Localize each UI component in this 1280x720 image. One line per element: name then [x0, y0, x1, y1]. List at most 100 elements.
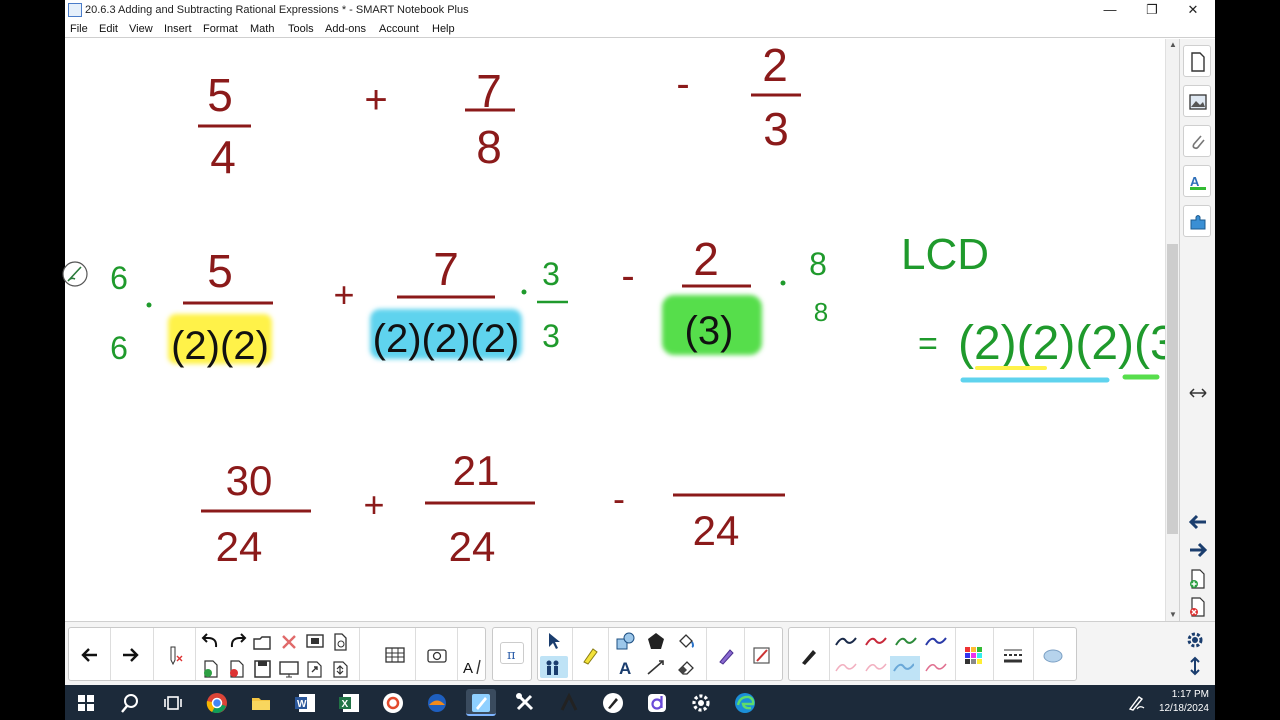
- settings-button[interactable]: [1183, 629, 1207, 651]
- tools-taskbar-button[interactable]: [510, 689, 540, 716]
- pen-app-taskbar-button[interactable]: [598, 689, 628, 716]
- close-button[interactable]: ✕: [1173, 0, 1213, 20]
- pen-preset-blue[interactable]: [924, 631, 948, 653]
- previous-page-icon[interactable]: [1186, 511, 1210, 533]
- attachments-tab[interactable]: [1183, 125, 1211, 157]
- dark-app-taskbar-button[interactable]: [554, 689, 584, 716]
- task-view-button[interactable]: [158, 689, 188, 716]
- vertical-scrollbar[interactable]: ▲ ▼: [1165, 39, 1179, 621]
- app-colorful-taskbar-button[interactable]: [422, 689, 452, 716]
- excel-icon: X: [339, 694, 359, 712]
- color-palette-button[interactable]: [961, 644, 985, 666]
- fill-effects-button[interactable]: [1041, 644, 1065, 666]
- menu-edit[interactable]: Edit: [99, 23, 118, 35]
- menu-help[interactable]: Help: [432, 23, 455, 35]
- settings-taskbar-button[interactable]: [686, 689, 716, 716]
- chrome-taskbar-button[interactable]: [202, 689, 232, 716]
- pen-preset-dark-blue[interactable]: [834, 631, 858, 653]
- share-button[interactable]: [303, 658, 327, 680]
- pen-tray-icon[interactable]: [1127, 693, 1145, 711]
- add-ons-tab[interactable]: [1183, 205, 1211, 237]
- next-page-button[interactable]: [119, 644, 143, 666]
- object-select-tool-button[interactable]: [540, 656, 568, 678]
- title-bar: 20.6.3 Adding and Subtracting Rational E…: [65, 0, 1215, 21]
- maximize-button[interactable]: ❐: [1132, 0, 1172, 20]
- camera-icon: [427, 649, 447, 663]
- d-app-taskbar-button[interactable]: [642, 689, 672, 716]
- scroll-up-arrow-icon[interactable]: ▲: [1166, 39, 1180, 51]
- menu-format[interactable]: Format: [203, 23, 238, 35]
- fill-tool-button[interactable]: [674, 630, 698, 652]
- pen-preset-red[interactable]: [864, 631, 888, 653]
- polygon-tool-button[interactable]: [644, 630, 668, 652]
- pen-preset-pink-2[interactable]: [864, 657, 888, 679]
- clear-ink-button[interactable]: [163, 644, 187, 666]
- toolbar-position-button[interactable]: [1183, 655, 1207, 677]
- edge-taskbar-button[interactable]: [730, 689, 760, 716]
- scroll-down-arrow-icon[interactable]: ▼: [1166, 609, 1180, 621]
- smart-notebook-taskbar-button[interactable]: [466, 689, 496, 716]
- next-page-icon[interactable]: [1186, 539, 1210, 561]
- insert-page-button[interactable]: [199, 658, 223, 680]
- redo-button[interactable]: [225, 631, 249, 653]
- magic-pen-button[interactable]: [714, 644, 738, 666]
- math-tools-button[interactable]: π: [500, 642, 524, 664]
- taskbar-clock[interactable]: 1:17 PM 12/18/2024: [1159, 688, 1209, 716]
- gallery-tab[interactable]: [1183, 85, 1211, 117]
- pen-preset-cyan-selected[interactable]: [890, 656, 920, 680]
- r2-mult2-numerator: 3: [542, 256, 560, 292]
- handwriting-text-icon: A: [463, 659, 481, 677]
- menu-math[interactable]: Math: [250, 23, 274, 35]
- save-button[interactable]: [251, 658, 275, 680]
- pen-preset-rose[interactable]: [924, 657, 948, 679]
- text-recognition-button[interactable]: A: [461, 656, 485, 678]
- side-tabs: A: [1179, 39, 1215, 621]
- select-tool-button[interactable]: [542, 630, 566, 652]
- file-explorer-taskbar-button[interactable]: [246, 689, 276, 716]
- menu-account[interactable]: Account: [379, 23, 419, 35]
- start-button[interactable]: [71, 689, 101, 716]
- minimize-button[interactable]: —: [1090, 0, 1130, 20]
- word-icon: W: [295, 694, 315, 712]
- menu-add-ons[interactable]: Add-ons: [325, 23, 366, 35]
- pen-preset-green[interactable]: [894, 631, 918, 653]
- delete-button[interactable]: [277, 631, 301, 653]
- open-file-button[interactable]: [251, 631, 275, 653]
- delete-page-icon[interactable]: [1186, 596, 1210, 618]
- remove-page-button[interactable]: [225, 658, 249, 680]
- text-tool-button[interactable]: A: [614, 656, 638, 678]
- previous-page-button[interactable]: [77, 644, 101, 666]
- capture-button[interactable]: [425, 644, 449, 666]
- menu-insert[interactable]: Insert: [164, 23, 192, 35]
- eraser-tool-button[interactable]: [674, 656, 698, 678]
- scrollbar-thumb[interactable]: [1167, 244, 1178, 534]
- full-screen-button[interactable]: [303, 631, 327, 653]
- shapes-tool-button[interactable]: [614, 630, 638, 652]
- menu-file[interactable]: File: [70, 23, 88, 35]
- menu-view[interactable]: View: [129, 23, 153, 35]
- resize-panel-icon[interactable]: [1186, 382, 1210, 404]
- r1-frac3-denominator: 3: [763, 103, 789, 155]
- move-button[interactable]: [329, 658, 353, 680]
- pen-preset-pink[interactable]: [834, 657, 858, 679]
- search-button[interactable]: [115, 689, 145, 716]
- properties-tab[interactable]: A: [1183, 165, 1211, 197]
- creative-pen-button[interactable]: [750, 644, 774, 666]
- highlighter-tool-button[interactable]: [578, 644, 602, 666]
- eraser-icon: [678, 661, 694, 675]
- screen-shade-button[interactable]: [277, 658, 301, 680]
- line-tool-button[interactable]: [644, 656, 668, 678]
- add-page-icon[interactable]: [1186, 568, 1210, 590]
- undo-button[interactable]: [199, 631, 223, 653]
- app-circle-taskbar-button[interactable]: [378, 689, 408, 716]
- line-style-button[interactable]: [1001, 644, 1025, 666]
- excel-taskbar-button[interactable]: X: [334, 689, 364, 716]
- whiteboard-canvas[interactable]: 5 4 + 7 8 - 2 3 6 6 5 (2)(2) + 7 (2)(2)(…: [62, 39, 1179, 621]
- word-taskbar-button[interactable]: W: [290, 689, 320, 716]
- page-sorter-tab[interactable]: [1183, 45, 1211, 77]
- paste-button[interactable]: [329, 631, 353, 653]
- pen-tool-button[interactable]: [797, 644, 821, 666]
- menu-tools[interactable]: Tools: [288, 23, 314, 35]
- table-button[interactable]: [383, 644, 407, 666]
- full-screen-icon: [306, 634, 324, 648]
